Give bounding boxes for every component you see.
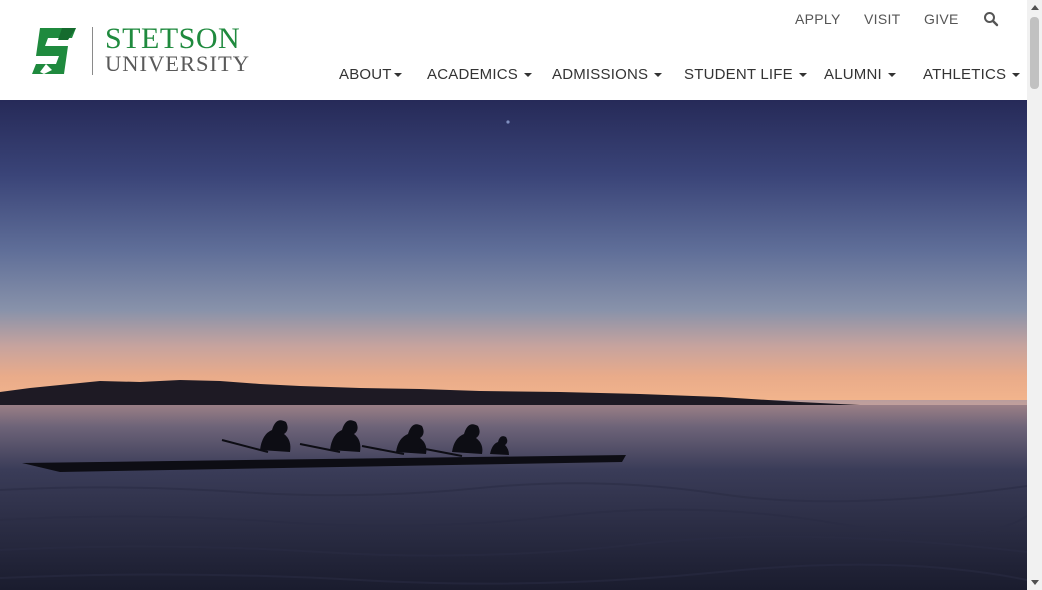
nav-item-student-life[interactable]: STUDENT LIFE [684, 66, 807, 83]
nav-item-admissions[interactable]: ADMISSIONS [552, 66, 663, 83]
arrow-down-icon [1030, 580, 1039, 585]
site-header: STETSON UNIVERSITY APPLY VISIT GIVE ABOU… [0, 0, 1027, 100]
utility-link-apply[interactable]: APPLY [795, 11, 841, 27]
search-icon[interactable] [983, 11, 999, 27]
scroll-down-button[interactable] [1027, 575, 1042, 590]
caret-down-icon [1012, 73, 1021, 77]
nav-label-student-life: STUDENT LIFE [684, 66, 793, 83]
nav-label-athletics: ATHLETICS [923, 66, 1007, 83]
utility-link-visit[interactable]: VISIT [864, 11, 901, 27]
scroll-up-button[interactable] [1027, 0, 1042, 15]
logo-text-stetson: STETSON [105, 22, 241, 55]
nav-item-alumni[interactable]: ALUMNI [824, 66, 896, 83]
sky [0, 100, 1027, 400]
caret-down-icon [523, 73, 532, 77]
hero-image [0, 100, 1027, 590]
nav-label-academics: ACADEMICS [427, 66, 518, 83]
caret-down-icon [654, 73, 663, 77]
nav-item-academics[interactable]: ACADEMICS [427, 66, 532, 83]
arrow-up-icon [1030, 5, 1039, 10]
nav-item-about[interactable]: ABOUT [339, 66, 402, 83]
nav-item-athletics[interactable]: ATHLETICS [923, 66, 1021, 83]
nav-label-alumni: ALUMNI [824, 66, 882, 83]
nav-label-about: ABOUT [339, 66, 392, 83]
utility-link-give[interactable]: GIVE [924, 11, 959, 27]
page-scrollbar[interactable] [1027, 0, 1042, 590]
caret-down-icon [393, 73, 402, 77]
water [0, 405, 1027, 590]
nav-label-admissions: ADMISSIONS [552, 66, 649, 83]
main-nav: ABOUT ACADEMICS ADMISSIONS STUDENT LIFE … [0, 66, 1027, 88]
caret-down-icon [887, 73, 896, 77]
star [506, 120, 510, 124]
hero-scene [0, 100, 1027, 590]
caret-down-icon [798, 73, 807, 77]
scrollbar-thumb[interactable] [1030, 17, 1039, 89]
